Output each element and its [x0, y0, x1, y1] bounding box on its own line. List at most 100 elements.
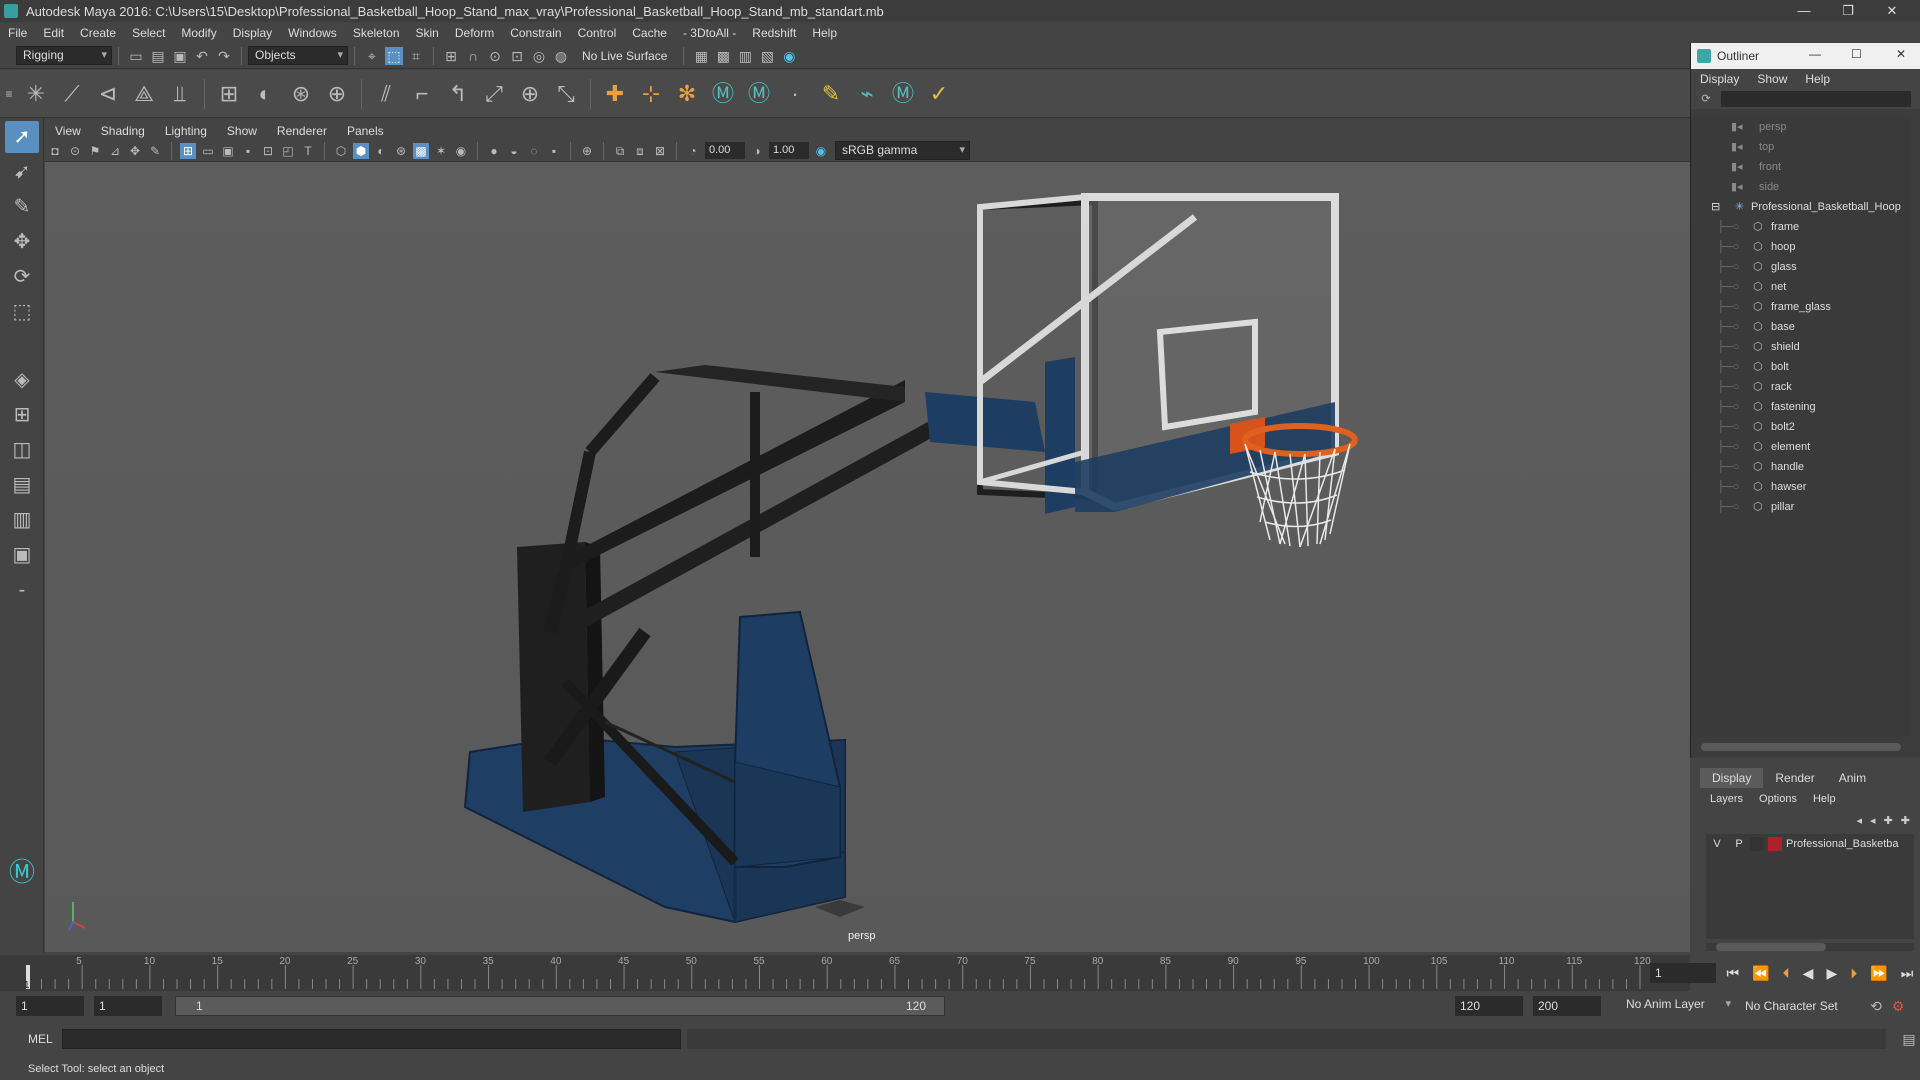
default-material-icon[interactable]: ◐	[373, 143, 389, 159]
pivot-icon[interactable]: ⊹	[636, 79, 666, 109]
list-item[interactable]: ▮◂ side	[1691, 177, 1911, 197]
go-to-start-icon[interactable]: ⏮	[1727, 965, 1740, 982]
playback-end-field[interactable]: 120	[1455, 996, 1523, 1016]
move-layer-up-icon[interactable]: ◂	[1857, 814, 1863, 827]
new-layer-icon[interactable]: ✚	[1884, 814, 1893, 827]
render-settings-icon[interactable]: ▦	[692, 47, 710, 65]
collapse-icon[interactable]: -	[5, 574, 39, 606]
wireframe-on-shaded-icon[interactable]: ⊛	[393, 143, 409, 159]
list-item[interactable]: ├─○ ⬡ fastening	[1691, 397, 1911, 417]
select-component-icon[interactable]: ⌗	[407, 47, 425, 65]
anim-prefs-icon[interactable]: ⚙	[1889, 997, 1907, 1015]
menu-constrain[interactable]: Constrain	[502, 26, 569, 40]
auto-key-icon[interactable]: ⟲	[1867, 997, 1885, 1015]
outliner-menu-help[interactable]: Help	[1796, 72, 1839, 86]
ipr-render-icon[interactable]: ▥	[736, 47, 754, 65]
end-time-field[interactable]: 200	[1533, 996, 1601, 1016]
lights-icon[interactable]: ✶	[433, 143, 449, 159]
rotate-tool-icon[interactable]: ⟳	[5, 261, 39, 293]
textured-icon[interactable]: ▩	[413, 142, 429, 159]
render-layout-icon[interactable]: ▣	[5, 539, 39, 571]
snap-surface-icon[interactable]: ◎	[530, 47, 548, 65]
layers-menu-options[interactable]: Options	[1753, 793, 1803, 805]
outliner-scrollbar[interactable]	[1911, 117, 1920, 737]
list-item[interactable]: ├─○ ⬡ frame_glass	[1691, 297, 1911, 317]
paint-select-icon[interactable]: ✎	[5, 191, 39, 223]
snap-grid-icon[interactable]: ⊞	[442, 47, 460, 65]
play-forward-icon[interactable]: ▶	[1826, 965, 1837, 982]
outliner-menu-show[interactable]: Show	[1748, 72, 1796, 86]
wireframe-icon[interactable]: ⬡	[333, 143, 349, 159]
single-pane-icon[interactable]: ◈	[5, 364, 39, 396]
2d-pan-icon[interactable]: ✥	[127, 143, 143, 159]
lasso-tool-icon[interactable]: ➹	[5, 156, 39, 188]
cluster-icon[interactable]: ◐	[250, 79, 280, 109]
snap-point-icon[interactable]: ⊙	[486, 47, 504, 65]
undo-icon[interactable]: ↶	[193, 47, 211, 65]
maya-tool-icon[interactable]: Ⓜ	[708, 79, 738, 109]
layers-menu-help[interactable]: Help	[1803, 793, 1846, 805]
camera-lock-icon[interactable]: ⊙	[67, 143, 83, 159]
minimize-icon[interactable]: —	[1809, 47, 1821, 61]
motion-blur-icon[interactable]: ◒	[506, 143, 522, 159]
list-item[interactable]: ├─○ ⬡ pillar	[1691, 497, 1911, 517]
blank-slot-icon[interactable]: ·	[780, 79, 810, 109]
two-pane-icon[interactable]: ◫	[5, 434, 39, 466]
render-frame-icon[interactable]: ▩	[714, 47, 732, 65]
layer-color-swatch[interactable]	[1768, 837, 1782, 851]
restore-icon[interactable]: ❐	[1828, 0, 1868, 22]
resolution-gate-icon[interactable]: ▣	[220, 143, 236, 159]
select-object-icon[interactable]: ⬚	[385, 46, 403, 65]
depth-of-field-icon[interactable]: ▪	[546, 143, 562, 159]
shelf-tabs-icon[interactable]: ≡	[3, 79, 15, 109]
list-item[interactable]: ▮◂ top	[1691, 137, 1911, 157]
menu-display[interactable]: Display	[225, 26, 280, 40]
viewport-persp[interactable]: persp	[45, 162, 1690, 952]
vp-menu-shading[interactable]: Shading	[91, 124, 155, 138]
step-forward-key-icon[interactable]: ⏵	[1850, 965, 1857, 982]
screen-space-ao-icon[interactable]: ●	[486, 143, 502, 159]
vp-menu-panels[interactable]: Panels	[337, 124, 394, 138]
snap-live-icon[interactable]: ◍	[552, 47, 570, 65]
color-management-icon[interactable]: ◉	[813, 143, 829, 159]
joint-tool-icon[interactable]: ✳	[21, 79, 51, 109]
menu-deform[interactable]: Deform	[447, 26, 502, 40]
scale-tool-icon[interactable]: ⬚	[5, 296, 39, 328]
list-item[interactable]: ▮◂ front	[1691, 157, 1911, 177]
menu-3dtoall[interactable]: - 3DtoAll -	[675, 26, 744, 40]
gamma-field[interactable]: 1.00	[769, 142, 809, 159]
minimize-icon[interactable]: —	[1784, 0, 1824, 22]
menu-windows[interactable]: Windows	[280, 26, 345, 40]
menu-help[interactable]: Help	[804, 26, 845, 40]
play-back-icon[interactable]: ◀	[1803, 965, 1814, 982]
vp-menu-view[interactable]: View	[45, 124, 91, 138]
collapse-icon[interactable]: ⊟	[1711, 197, 1720, 217]
select-tool-icon[interactable]: ➚	[5, 121, 39, 153]
command-input[interactable]	[61, 1029, 682, 1049]
multisample-icon[interactable]: ◌	[526, 143, 542, 159]
list-item[interactable]: ├─○ ⬡ net	[1691, 277, 1911, 297]
shadows-icon[interactable]: ◉	[453, 143, 469, 159]
tab-render[interactable]: Render	[1763, 768, 1826, 788]
gamma-icon[interactable]: ◑	[749, 143, 765, 159]
selection-mode-dropdown[interactable]: Objects	[248, 46, 348, 65]
orient-constraint-icon[interactable]: ⤢	[479, 79, 509, 109]
camera-select-icon[interactable]: ◘	[47, 143, 63, 159]
menu-create[interactable]: Create	[72, 26, 124, 40]
graph-layout-icon[interactable]: ▥	[5, 504, 39, 536]
ik-handle-icon[interactable]: ⟋	[57, 79, 87, 109]
menu-cache[interactable]: Cache	[624, 26, 675, 40]
menu-skeleton[interactable]: Skeleton	[345, 26, 408, 40]
list-item[interactable]: ├─○ ⬡ rack	[1691, 377, 1911, 397]
layers-menu-layers[interactable]: Layers	[1700, 793, 1753, 805]
list-item[interactable]: ├─○ ⬡ base	[1691, 317, 1911, 337]
ik-spline-icon[interactable]: ⊲	[93, 79, 123, 109]
filter-icon[interactable]: ⟳	[1699, 92, 1713, 106]
layer-visibility-toggle[interactable]: V	[1706, 838, 1728, 850]
menu-set-dropdown[interactable]: Rigging	[16, 46, 112, 65]
tab-anim[interactable]: Anim	[1827, 768, 1878, 788]
gate-mask-icon[interactable]: ▪	[240, 143, 256, 159]
mirror-joint-icon[interactable]: ⫫	[165, 79, 195, 109]
insert-joint-icon[interactable]: ⟁	[129, 79, 159, 109]
layer-playback-toggle[interactable]: P	[1728, 838, 1750, 850]
